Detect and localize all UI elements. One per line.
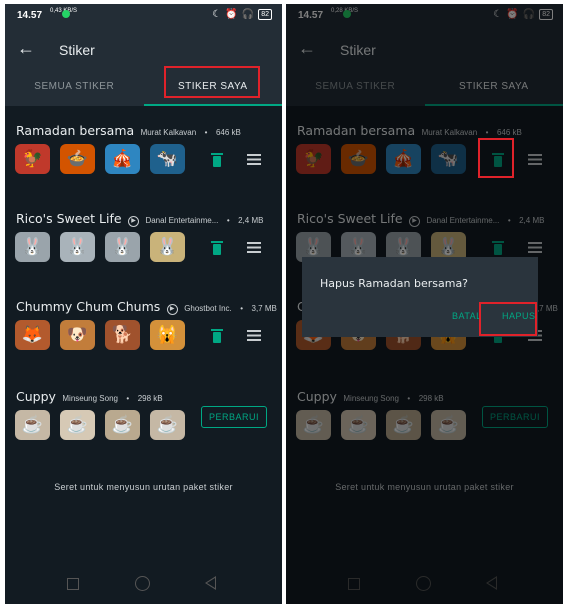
whatsapp-icon: [62, 10, 70, 18]
pack-author: Murat Kalkavan: [140, 128, 197, 137]
play-icon: ▶: [128, 216, 139, 227]
trash-icon[interactable]: [211, 153, 223, 167]
pack-author: Ghostbot Inc.: [184, 304, 232, 313]
trash-icon[interactable]: [211, 329, 223, 343]
tab-semua-stiker[interactable]: SEMUA STIKER: [5, 72, 144, 106]
pack-size: 298 kB: [137, 394, 163, 403]
page-title: Stiker: [59, 42, 95, 58]
pack-header: Cuppy Minseung Song • 298 kB: [16, 388, 163, 406]
pack-header: Rico's Sweet Life ▶ Danal Entertainme...…: [16, 210, 263, 228]
sticker-thumb: ☕: [60, 410, 95, 440]
separator-dot: •: [204, 128, 208, 137]
highlight-trash-icon: [478, 138, 514, 178]
moon-icon: ☾: [212, 9, 222, 20]
headphones-icon: 🎧: [241, 9, 255, 20]
sticker-thumb: 🍲: [60, 144, 95, 174]
sticker-thumb: ☕: [105, 410, 140, 440]
pack-size: 646 kB: [215, 128, 241, 137]
pack-size: 2,4 MB: [238, 216, 264, 225]
separator-dot: •: [226, 216, 230, 225]
sticker-thumb: 🐰: [60, 232, 95, 262]
home-icon[interactable]: [135, 576, 150, 591]
pack-name: Chummy Chum Chums: [16, 299, 161, 314]
pack-size: 3,7 MB: [251, 304, 277, 313]
battery-icon: 82: [258, 9, 272, 20]
status-time: 14.57: [17, 10, 43, 21]
sticker-thumbnails: 🐰 🐰 🐰 🐰: [15, 232, 185, 262]
sticker-thumb: ☕: [150, 410, 185, 440]
recents-icon[interactable]: [67, 578, 79, 590]
sticker-thumb: 🐕: [105, 320, 140, 350]
pack-author: Danal Entertainme...: [145, 216, 219, 225]
pack-name: Cuppy: [16, 389, 56, 404]
pack-header: Chummy Chum Chums ▶ Ghostbot Inc. • 3,7 …: [16, 298, 277, 316]
sticker-thumb: 🐄: [150, 144, 185, 174]
back-triangle-icon[interactable]: [205, 576, 216, 590]
drag-handle-icon[interactable]: [247, 242, 261, 253]
sticker-thumb: 🐰: [15, 232, 50, 262]
sticker-thumb: ☕: [15, 410, 50, 440]
sticker-thumbnails: 🦊 🐶 🐕 🙀: [15, 320, 185, 350]
sticker-thumb: 🙀: [150, 320, 185, 350]
sticker-pack-list: Ramadan bersama Murat Kalkavan • 646 kB …: [5, 106, 282, 564]
back-arrow-icon[interactable]: ←: [17, 38, 35, 59]
play-icon: ▶: [166, 304, 178, 315]
reorder-hint: Seret untuk menyusun urutan paket stiker: [54, 482, 233, 492]
sticker-thumb: 🎪: [105, 144, 140, 174]
highlight-tab-stiker-saya: [164, 66, 260, 98]
pack-author: Minseung Song: [62, 394, 118, 403]
sticker-thumb: 🦊: [15, 320, 50, 350]
highlight-hapus-button: [479, 302, 537, 336]
separator-dot: •: [126, 394, 130, 403]
drag-handle-icon[interactable]: [247, 330, 261, 341]
update-button[interactable]: PERBARUI: [201, 406, 267, 428]
sticker-thumbnails: ☕ ☕ ☕ ☕: [15, 410, 185, 440]
trash-icon[interactable]: [211, 241, 223, 255]
pack-name: Rico's Sweet Life: [16, 211, 122, 226]
sticker-thumb: 🐰: [105, 232, 140, 262]
alarm-icon: ⏰: [225, 9, 238, 20]
phone-screen-right: 14.57 0,28 KB/S ☾ ⏰ 🎧 82 ← Stiker SEMUA …: [286, 4, 563, 604]
pack-header: Ramadan bersama Murat Kalkavan • 646 kB: [16, 122, 241, 140]
sticker-thumb: 🐰: [150, 232, 185, 262]
status-bar: 14.57 0,43 KB/S ☾ ⏰ 🎧 82: [5, 4, 282, 28]
dialog-message: Hapus Ramadan bersama?: [320, 277, 469, 290]
sticker-thumb: 🐓: [15, 144, 50, 174]
system-nav-bar: [5, 564, 282, 604]
phone-screen-left: 14.57 0,43 KB/S ☾ ⏰ 🎧 82 ← Stiker SEMUA …: [5, 4, 282, 604]
drag-handle-icon[interactable]: [247, 154, 261, 165]
sticker-thumbnails: 🐓 🍲 🎪 🐄: [15, 144, 185, 174]
separator-dot: •: [240, 304, 244, 313]
pack-name: Ramadan bersama: [16, 123, 135, 138]
sticker-thumb: 🐶: [60, 320, 95, 350]
status-icons: ☾ ⏰ 🎧 82: [212, 9, 272, 20]
cancel-button[interactable]: BATAL: [452, 311, 482, 321]
